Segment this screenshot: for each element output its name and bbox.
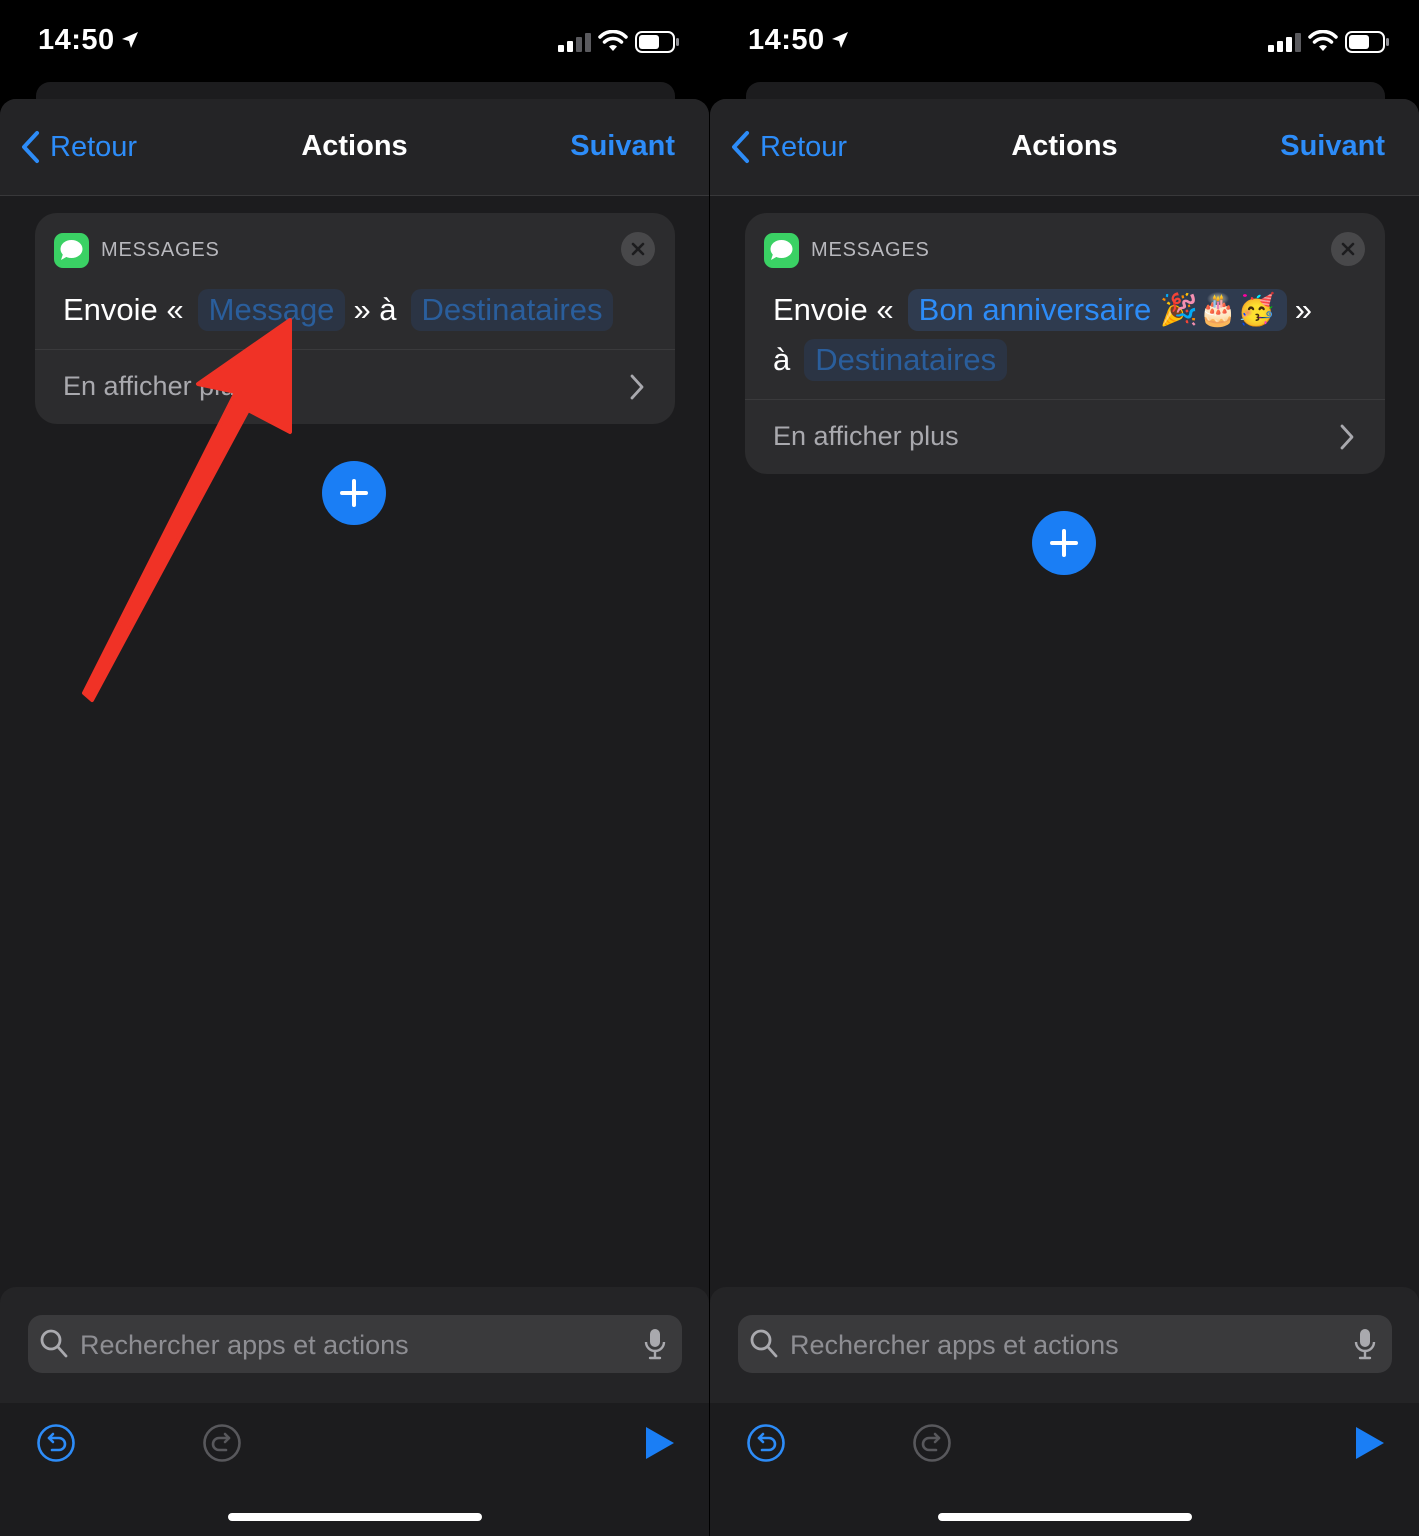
messages-app-icon <box>54 233 89 268</box>
signal-icon <box>558 33 591 52</box>
battery-icon <box>635 31 679 53</box>
close-icon <box>1341 242 1355 256</box>
search-bar <box>738 1315 1392 1373</box>
next-button[interactable]: Suivant <box>570 130 675 163</box>
search-input[interactable] <box>788 1323 1332 1367</box>
search-input[interactable] <box>78 1323 622 1367</box>
verb-text: Envoie « <box>773 292 894 327</box>
location-arrow-icon <box>122 32 138 48</box>
show-more-row[interactable]: En afficher plus <box>745 400 1385 474</box>
card-header: MESSAGES <box>745 213 1385 285</box>
play-icon[interactable] <box>644 1425 676 1461</box>
navigation-bar: Retour Actions Suivant <box>0 99 709 196</box>
messages-app-icon <box>764 233 799 268</box>
phone-screen-left: 14:50 Retour Actions Suivant MESSAGES En… <box>0 0 709 1536</box>
action-sentence: Envoie « Bon anniversaire 🎉🎂🥳» à Destinatai… <box>745 285 1385 385</box>
send-message-action-card: MESSAGES Envoie « Bon anniversaire 🎉🎂🥳» à D… <box>745 213 1385 474</box>
remove-action-button[interactable] <box>1331 232 1365 266</box>
add-action-button[interactable] <box>1032 511 1096 575</box>
status-bar: 14:50 <box>0 0 709 84</box>
search-icon <box>40 1329 68 1358</box>
screenshot-composite: 14:50 Retour Actions Suivant MESSAGES En… <box>0 0 1419 1536</box>
phone-screen-right: 14:50 Retour Actions Suivant MESSAGES En… <box>710 0 1419 1536</box>
microphone-icon[interactable] <box>644 1328 666 1360</box>
next-button[interactable]: Suivant <box>1280 130 1385 163</box>
actions-sheet: Retour Actions Suivant MESSAGES Envoie «… <box>710 99 1419 1536</box>
redo-icon <box>913 1424 951 1462</box>
chevron-right-icon <box>630 374 644 400</box>
search-bar <box>28 1315 682 1373</box>
undo-icon[interactable] <box>746 1423 786 1463</box>
editor-toolbar <box>0 1403 709 1536</box>
play-icon[interactable] <box>1354 1425 1386 1461</box>
show-more-label: En afficher plus <box>773 421 959 451</box>
redo-icon <box>203 1424 241 1462</box>
app-name-label: MESSAGES <box>101 239 220 261</box>
show-more-label: En afficher plus <box>63 371 249 401</box>
connector-text: » à <box>353 292 397 327</box>
signal-icon <box>1268 33 1301 52</box>
status-bar: 14:50 <box>710 0 1419 84</box>
remove-action-button[interactable] <box>621 232 655 266</box>
close-icon <box>631 242 645 256</box>
microphone-icon[interactable] <box>1354 1328 1376 1360</box>
card-header: MESSAGES <box>35 213 675 285</box>
send-message-action-card: MESSAGES Envoie « Message» à Destinataires… <box>35 213 675 424</box>
bottom-panel <box>0 1287 709 1536</box>
actions-sheet: Retour Actions Suivant MESSAGES Envoie «… <box>0 99 709 1536</box>
status-time: 14:50 <box>748 24 825 56</box>
add-action-button[interactable] <box>322 461 386 525</box>
undo-icon[interactable] <box>36 1423 76 1463</box>
message-parameter[interactable]: Bon anniversaire 🎉🎂🥳 <box>907 289 1287 331</box>
plus-icon <box>340 479 368 507</box>
wifi-icon <box>1308 30 1338 51</box>
bottom-panel <box>710 1287 1419 1536</box>
show-more-row[interactable]: En afficher plus <box>35 350 675 424</box>
recipients-parameter[interactable]: Destinataires <box>804 339 1008 381</box>
connector-text: à <box>773 342 791 377</box>
app-name-label: MESSAGES <box>811 239 930 261</box>
search-icon <box>750 1329 778 1358</box>
chevron-right-icon <box>1340 424 1354 450</box>
location-arrow-icon <box>832 32 848 48</box>
home-indicator <box>938 1513 1192 1521</box>
message-parameter[interactable]: Message <box>197 289 346 331</box>
verb-text: Envoie « <box>63 292 184 327</box>
home-indicator <box>228 1513 482 1521</box>
plus-icon <box>1050 529 1078 557</box>
wifi-icon <box>598 30 628 51</box>
editor-toolbar <box>710 1403 1419 1536</box>
navigation-bar: Retour Actions Suivant <box>710 99 1419 196</box>
recipients-parameter[interactable]: Destinataires <box>410 289 614 331</box>
battery-icon <box>1345 31 1389 53</box>
action-sentence: Envoie « Message» à Destinataires <box>35 285 675 335</box>
close-quote-text: » <box>1294 292 1312 327</box>
status-time: 14:50 <box>38 24 115 56</box>
